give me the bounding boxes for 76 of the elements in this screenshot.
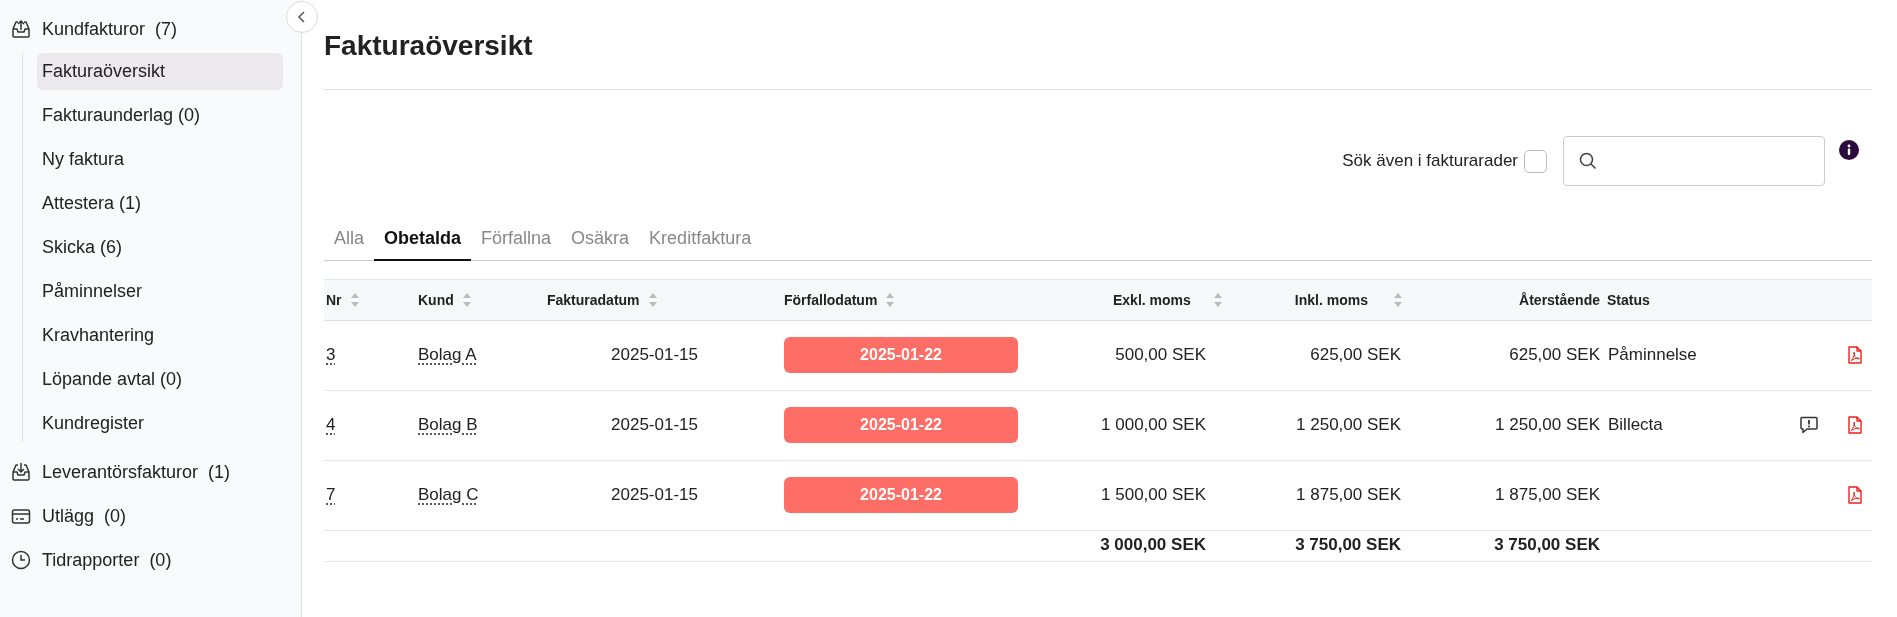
menu-group-label[interactable]: Tidrapporter (42, 549, 140, 571)
tray-icon (10, 461, 32, 483)
sort-icon[interactable] (1393, 291, 1403, 308)
sidebar-item[interactable]: Påminnelser (37, 273, 283, 310)
sidebar-item[interactable]: Kravhantering (37, 317, 283, 354)
due-date-badge: 2025-01-22 (784, 407, 1018, 443)
column-header[interactable]: Exkl. moms (1113, 291, 1191, 308)
sidebar-item[interactable]: Fakturaöversikt (37, 53, 283, 90)
table-cell: 625,00 SEK (1310, 345, 1401, 365)
checkbox[interactable] (1524, 149, 1547, 173)
sidebar-item[interactable]: Löpande avtal (0) (37, 361, 283, 398)
menu-count: (1) (208, 461, 231, 483)
column-header[interactable]: Nr (326, 291, 342, 308)
table-cell: Påminnelse (1608, 345, 1697, 365)
table-cell: 1 250,00 SEK (1296, 415, 1401, 435)
table-cell: 1 875,00 SEK (1296, 485, 1401, 505)
pdf-icon[interactable] (1846, 346, 1863, 364)
tab[interactable]: Kreditfaktura (639, 220, 762, 261)
sort-icon[interactable] (1212, 291, 1223, 308)
table-cell: 2025-01-15 (611, 345, 698, 365)
due-date-badge: 2025-01-22 (784, 337, 1018, 373)
table-cell: 1 500,00 SEK (1101, 485, 1206, 505)
tab[interactable]: Osäkra (561, 220, 640, 261)
search-field[interactable] (1563, 136, 1825, 186)
menu-count: (0) (149, 549, 172, 571)
customer-link[interactable]: Bolag B (418, 415, 478, 435)
invoice-number-link[interactable]: 3 (326, 345, 336, 365)
total-cell: 3 750,00 SEK (1494, 534, 1600, 555)
table-cell: 1 250,00 SEK (1495, 415, 1600, 435)
clock-icon (10, 549, 32, 571)
menu-group-label[interactable]: Kundfakturor (42, 18, 146, 40)
sort-icon[interactable] (349, 291, 360, 308)
customer-link[interactable]: Bolag A (418, 345, 477, 365)
menu-group-label[interactable]: Utlägg (42, 505, 95, 527)
menu-count: (0) (104, 505, 127, 527)
sort-icon[interactable] (461, 291, 472, 308)
tab[interactable]: Alla (324, 220, 374, 261)
table-cell: 625,00 SEK (1509, 345, 1600, 365)
sidebar-item[interactable]: Ny faktura (37, 141, 283, 178)
table-cell: 2025-01-15 (611, 485, 698, 505)
column-header[interactable]: Fakturadatum (547, 291, 640, 308)
column-header[interactable]: Inkl. moms (1294, 291, 1368, 308)
sidebar-item[interactable]: Attestera (1) (37, 185, 283, 222)
menu-group-label[interactable]: Leverantörsfakturor (42, 461, 199, 483)
tab[interactable]: Obetalda (374, 220, 472, 261)
comment-alert-icon[interactable] (1799, 415, 1819, 435)
pdf-icon[interactable] (1846, 486, 1863, 504)
table-cell: 2025-01-15 (611, 415, 698, 435)
column-header[interactable]: Kund (418, 291, 454, 308)
info-icon[interactable] (1839, 140, 1859, 160)
customer-link[interactable]: Bolag C (418, 485, 479, 505)
pdf-icon[interactable] (1846, 416, 1863, 434)
table-cell: 1 875,00 SEK (1495, 485, 1600, 505)
checkbox-label: Sök även i fakturarader (1342, 151, 1518, 171)
tab[interactable]: Förfallna (471, 220, 562, 261)
page-title: Fakturaöversikt (324, 29, 534, 63)
sort-icon[interactable] (647, 291, 658, 308)
total-cell: 3 750,00 SEK (1295, 534, 1401, 555)
tray-icon (10, 18, 32, 40)
total-cell: 3 000,00 SEK (1100, 534, 1206, 555)
menu-count: (7) (155, 18, 178, 40)
table-cell: 1 000,00 SEK (1101, 415, 1206, 435)
invoice-number-link[interactable]: 7 (326, 485, 336, 505)
search-icon (1578, 151, 1598, 171)
due-date-badge: 2025-01-22 (784, 477, 1018, 513)
column-header[interactable]: Återstående (1519, 291, 1600, 308)
sidebar-item[interactable]: Kundregister (37, 405, 283, 442)
table-cell: Billecta (1608, 415, 1663, 435)
column-header[interactable]: Status (1607, 291, 1650, 308)
sidebar-item[interactable]: Skicka (6) (37, 229, 283, 266)
sidebar-item[interactable]: Fakturaunderlag (0) (37, 97, 283, 134)
invoice-number-link[interactable]: 4 (326, 415, 336, 435)
sort-icon[interactable] (885, 291, 896, 308)
table-cell: 500,00 SEK (1115, 345, 1206, 365)
collapse-button[interactable] (286, 1, 318, 33)
column-header[interactable]: Förfallodatum (784, 291, 878, 308)
